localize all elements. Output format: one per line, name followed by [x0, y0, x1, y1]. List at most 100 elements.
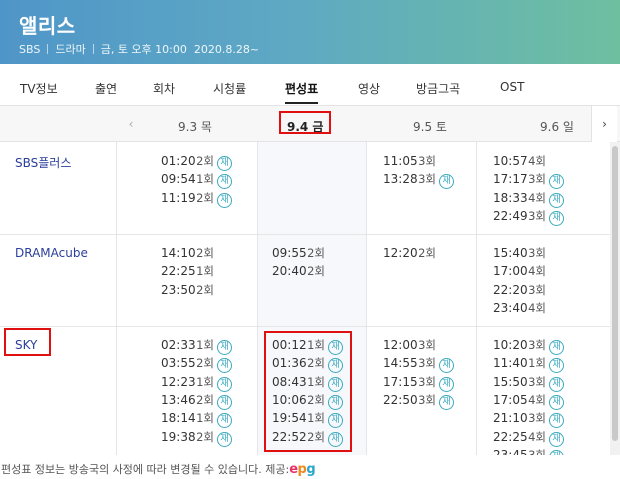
airtime-label: 금, 토 오후 10:00 [100, 43, 187, 56]
program-time: 23:40 [493, 300, 528, 315]
program-time: 11:19 [161, 190, 196, 205]
rerun-badge-icon: 재 [217, 340, 232, 355]
episode-number: 3회 [418, 374, 436, 389]
program-entry[interactable]: 22:203회 [493, 282, 546, 300]
program-time: 22:20 [493, 282, 528, 297]
highlight-box-date [279, 111, 331, 134]
program-entry[interactable]: 12:003회 [383, 337, 436, 355]
program-entry[interactable]: 22:493회 재 [493, 208, 564, 226]
tab-episodes[interactable]: 회차 [153, 80, 175, 97]
program-entry[interactable]: 02:331회 재 [161, 337, 232, 355]
tab-tvinfo[interactable]: TV정보 [20, 80, 58, 97]
tab-music[interactable]: 방금그곡 [416, 80, 460, 97]
program-entry[interactable]: 22:251회 [161, 263, 214, 281]
episode-number: 3회 [418, 356, 436, 371]
program-entry[interactable]: 22:254회 재 [493, 429, 564, 447]
program-entry[interactable]: 23:404회 [493, 300, 546, 318]
program-time: 11:05 [383, 154, 418, 168]
channel-name-dramacube[interactable]: DRAMAcube [15, 246, 88, 260]
program-entry[interactable]: 17:173회 재 [493, 171, 564, 190]
program-entry[interactable]: 17:054회 재 [493, 392, 564, 410]
program-time: 02:33 [161, 338, 196, 352]
episode-number: 3회 [418, 154, 436, 168]
tab-cast[interactable]: 출연 [95, 80, 117, 97]
program-entry[interactable]: 22:503회 재 [383, 392, 454, 410]
program-entry[interactable]: 15:503회 재 [493, 374, 564, 392]
episode-number: 1회 [196, 172, 214, 187]
rerun-badge-icon: 재 [549, 431, 564, 447]
program-entry[interactable]: 23:453회재 [493, 447, 564, 455]
tab-schedule[interactable]: 편성표 [285, 80, 319, 104]
rerun-badge-icon: 재 [217, 192, 232, 208]
program-entry[interactable]: 09:541회 재 [161, 171, 232, 190]
program-entry[interactable]: 23:502회 [161, 282, 214, 300]
program-entry[interactable]: 10:203회 재 [493, 337, 564, 355]
rerun-badge-icon: 재 [549, 340, 564, 355]
program-entry[interactable]: 12:231회 재 [161, 374, 232, 392]
program-entry[interactable]: 09:552회 [272, 245, 325, 263]
tab-video[interactable]: 영상 [358, 80, 380, 97]
program-time: 13:46 [161, 392, 196, 407]
program-entry[interactable]: 17:004회 [493, 263, 546, 281]
program-entry[interactable]: 11:053회 [383, 153, 436, 171]
program-entry[interactable]: 14:102회 [161, 245, 214, 263]
program-time: 22:25 [493, 429, 528, 444]
episode-number: 3회 [418, 172, 436, 187]
rerun-badge-icon: 재 [439, 394, 454, 410]
program-entry[interactable]: 12:202회 [383, 245, 436, 263]
tab-ratings[interactable]: 시청률 [213, 80, 246, 97]
program-entry[interactable]: 21:103회 재 [493, 410, 564, 429]
program-meta: SBS 드라마 금, 토 오후 10:00 2020.8.28~ [19, 41, 259, 57]
program-time: 10:57 [493, 154, 528, 168]
program-entry[interactable]: 03:552회 재 [161, 355, 232, 374]
scrollbar-thumb[interactable] [612, 146, 618, 441]
program-title[interactable]: 앨리스 [19, 10, 76, 39]
program-entry[interactable]: 11:401회 재 [493, 355, 564, 374]
episode-number: 3회 [528, 447, 546, 455]
program-time: 11:40 [493, 356, 528, 371]
program-time: 18:33 [493, 190, 528, 205]
program-time: 17:05 [493, 392, 528, 407]
divider [47, 44, 49, 54]
prev-date-button[interactable]: ‹ [118, 106, 144, 142]
program-entry[interactable]: 11:192회 재 [161, 190, 232, 208]
episode-number: 3회 [528, 338, 546, 352]
rerun-badge-icon: 재 [549, 210, 564, 226]
program-time: 17:15 [383, 374, 418, 389]
channel-name-sbsplus[interactable]: SBS플러스 [15, 154, 71, 171]
program-entry[interactable]: 19:382회 재 [161, 429, 232, 447]
episode-number: 2회 [196, 392, 214, 407]
program-entry[interactable]: 18:334회 재 [493, 190, 564, 208]
highlight-box-programs [264, 331, 352, 452]
episode-number: 1회 [196, 411, 214, 426]
rerun-badge-icon: 재 [549, 376, 564, 392]
program-time: 09:54 [161, 172, 196, 187]
divider [92, 44, 94, 54]
program-entry[interactable]: 10:574회 [493, 153, 546, 171]
program-entry[interactable]: 18:141회 재 [161, 410, 232, 429]
episode-number: 2회 [307, 264, 325, 279]
program-time: 18:14 [161, 411, 196, 426]
episode-number: 4회 [528, 300, 546, 315]
program-entry[interactable]: 17:153회 재 [383, 374, 454, 392]
program-entry[interactable]: 01:202회 재 [161, 153, 232, 171]
highlight-box-channel [4, 328, 51, 356]
program-time: 10:20 [493, 338, 528, 352]
program-time: 09:55 [272, 246, 307, 260]
program-time: 12:23 [161, 374, 196, 389]
episode-number: 1회 [196, 264, 214, 279]
program-entry[interactable]: 20:402회 [272, 263, 325, 281]
program-entry[interactable]: 13:283회 재 [383, 171, 454, 190]
episode-number: 2회 [196, 190, 214, 205]
next-date-button[interactable]: › [591, 106, 617, 142]
notice-text: 편성표 정보는 방송국의 사정에 따라 변경될 수 있습니다. [1, 463, 262, 476]
program-entry[interactable]: 14:553회 재 [383, 355, 454, 374]
program-entry[interactable]: 13:462회 재 [161, 392, 232, 410]
episode-number: 4회 [528, 154, 546, 168]
rerun-badge-icon: 재 [549, 358, 564, 374]
footer-notice: 편성표 정보는 방송국의 사정에 따라 변경될 수 있습니다. 제공:epg [1, 461, 316, 477]
program-entry[interactable]: 15:403회 [493, 245, 546, 263]
program-time: 22:49 [493, 208, 528, 223]
program-time: 15:50 [493, 374, 528, 389]
tab-ost[interactable]: OST [500, 80, 524, 94]
